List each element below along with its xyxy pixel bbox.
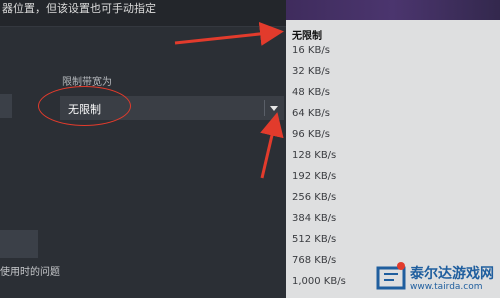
arrow-to-select-chevron	[260, 112, 284, 179]
annotation-arrows	[174, 21, 284, 179]
arrow-to-dropdown-top	[174, 21, 284, 46]
